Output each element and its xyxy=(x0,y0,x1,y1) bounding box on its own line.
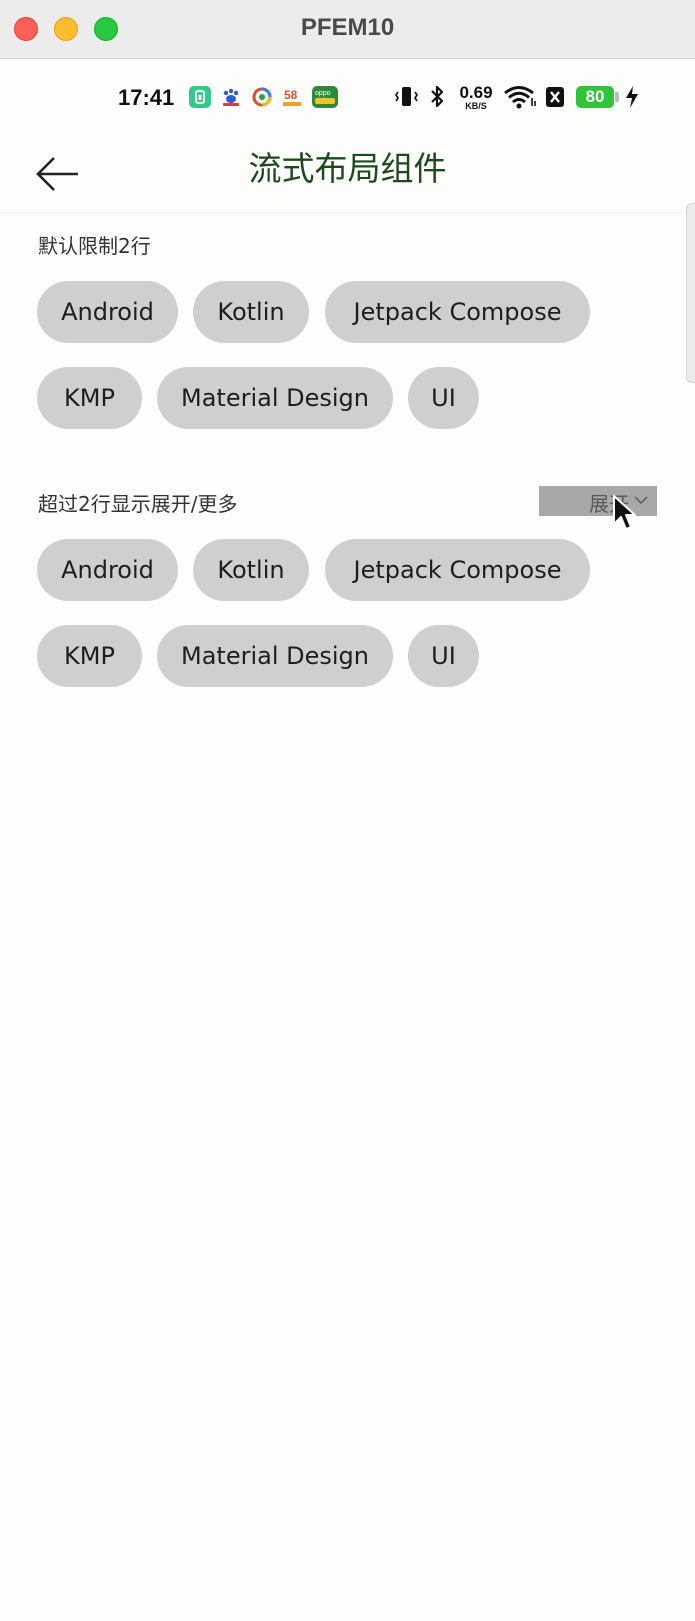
network-speed-unit: KB/S xyxy=(465,101,487,111)
scrollbar-thumb[interactable] xyxy=(686,203,695,383)
svg-text:58: 58 xyxy=(284,88,298,102)
status-bar: 17:41 58 oppo 0.69 KB/S 80 xyxy=(0,60,695,140)
vibrate-icon xyxy=(394,84,418,114)
colorful-app-icon xyxy=(251,86,273,108)
window-titlebar: PFEM10 xyxy=(0,0,695,59)
network-speed-value: 0.69 xyxy=(459,83,493,102)
section-label-expandable: 超过2行显示展开/更多 xyxy=(38,492,238,516)
chip-kmp[interactable]: KMP xyxy=(37,625,142,687)
svg-text:oppo: oppo xyxy=(315,90,331,97)
chip-ui[interactable]: UI xyxy=(408,367,479,429)
network-speed: 0.69 KB/S xyxy=(456,84,496,111)
section-label-default-limit: 默认限制2行 xyxy=(38,234,151,258)
mouse-pointer-icon xyxy=(613,495,636,530)
charging-icon xyxy=(624,84,640,114)
58-app-icon: 58 xyxy=(281,86,303,108)
expand-button[interactable]: 展开 xyxy=(539,486,657,516)
chip-kotlin[interactable]: Kotlin xyxy=(193,281,309,343)
baidu-icon xyxy=(220,86,242,108)
window-title: PFEM10 xyxy=(300,14,395,41)
oppo-store-icon: oppo xyxy=(312,86,338,108)
status-time: 17:41 xyxy=(118,85,175,110)
sim-off-icon xyxy=(545,86,565,112)
chip-jetpack-compose[interactable]: Jetpack Compose xyxy=(325,281,590,343)
chip-android[interactable]: Android xyxy=(37,281,178,343)
app-green-icon xyxy=(189,86,211,108)
app-window: PFEM10 17:41 58 oppo 0.69 KB/S 80 流式布局组件… xyxy=(0,0,695,1621)
chip-kotlin[interactable]: Kotlin xyxy=(193,539,309,601)
bluetooth-icon xyxy=(428,84,446,114)
battery-tip xyxy=(615,92,619,102)
top-app-bar: 流式布局组件 xyxy=(0,130,695,212)
battery-icon: 80 xyxy=(576,86,614,108)
page-title: 流式布局组件 xyxy=(248,149,447,188)
chip-jetpack-compose[interactable]: Jetpack Compose xyxy=(325,539,590,601)
chip-kmp[interactable]: KMP xyxy=(37,367,142,429)
chip-material-design[interactable]: Material Design xyxy=(157,625,393,687)
chip-material-design[interactable]: Material Design xyxy=(157,367,393,429)
chip-android[interactable]: Android xyxy=(37,539,178,601)
wifi-icon xyxy=(503,84,537,114)
chip-ui[interactable]: UI xyxy=(408,625,479,687)
appbar-divider xyxy=(0,212,695,213)
